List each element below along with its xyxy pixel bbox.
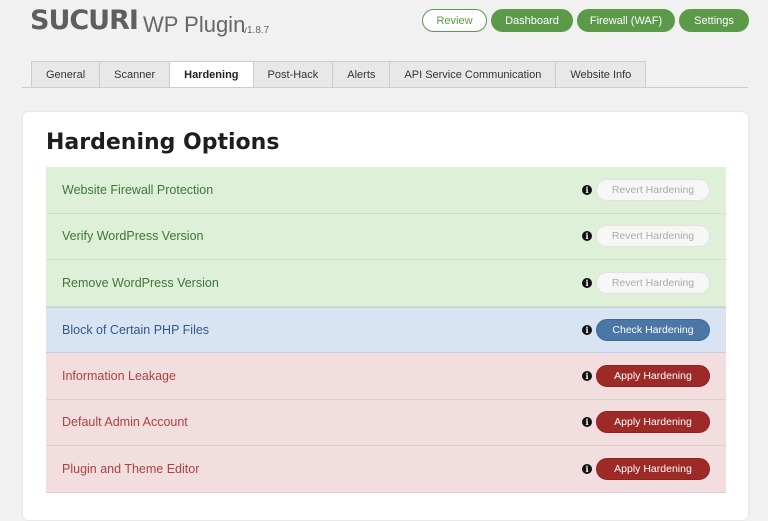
apply-hardening-button[interactable]: Apply Hardening xyxy=(596,364,710,387)
tab-general[interactable]: General xyxy=(31,61,101,88)
apply-hardening-button[interactable]: Apply Hardening xyxy=(596,457,710,480)
hardening-row-label: Information Leakage xyxy=(62,368,176,383)
sucuri-logo: SUCURI xyxy=(30,5,139,36)
dashboard-button[interactable]: Dashboard xyxy=(491,9,573,32)
hardening-row-label: Block of Certain PHP Files xyxy=(62,322,210,337)
review-button[interactable]: Review xyxy=(422,9,487,32)
hardening-row-default-admin-account: Default Admin Account i Apply Hardening xyxy=(46,399,726,446)
card-title: Hardening Options xyxy=(46,130,280,155)
hardening-row-remove-wordpress-version: Remove WordPress Version i Revert Harden… xyxy=(46,260,726,307)
hardening-options-list: Website Firewall Protection i Revert Har… xyxy=(46,167,726,493)
tab-hardening[interactable]: Hardening xyxy=(169,61,254,88)
tab-scanner[interactable]: Scanner xyxy=(99,61,171,88)
hardening-row-plugin-and-theme-editor: Plugin and Theme Editor i Apply Hardenin… xyxy=(46,446,726,493)
plugin-header: SUCURI WP Plugin v1.8.7 Review Dashboard… xyxy=(0,0,768,44)
info-icon[interactable]: i xyxy=(582,324,592,335)
tabs-divider xyxy=(22,87,748,88)
settings-button[interactable]: Settings xyxy=(679,9,749,32)
hardening-row-block-php-files: Block of Certain PHP Files i Check Harde… xyxy=(46,306,726,353)
hardening-row-label: Website Firewall Protection xyxy=(62,182,214,197)
revert-hardening-button[interactable]: Revert Hardening xyxy=(596,271,710,294)
apply-hardening-button[interactable]: Apply Hardening xyxy=(596,411,710,434)
tab-alerts[interactable]: Alerts xyxy=(332,61,391,88)
info-icon[interactable]: i xyxy=(582,231,592,242)
info-icon[interactable]: i xyxy=(582,417,592,428)
check-hardening-button[interactable]: Check Hardening xyxy=(596,318,710,341)
info-icon[interactable]: i xyxy=(582,370,592,381)
revert-hardening-button[interactable]: Revert Hardening xyxy=(596,225,710,248)
version-label: v1.8.7 xyxy=(242,25,270,36)
info-icon[interactable]: i xyxy=(582,184,592,195)
revert-hardening-button[interactable]: Revert Hardening xyxy=(596,178,710,201)
hardening-row-label: Plugin and Theme Editor xyxy=(62,461,200,476)
tab-website-info[interactable]: Website Info xyxy=(555,61,647,88)
tab-post-hack[interactable]: Post-Hack xyxy=(252,61,334,88)
hardening-row-website-firewall-protection: Website Firewall Protection i Revert Har… xyxy=(46,167,726,214)
tab-api-service-communication[interactable]: API Service Communication xyxy=(389,61,557,88)
firewall-waf-button[interactable]: Firewall (WAF) xyxy=(577,9,675,32)
hardening-row-label: Verify WordPress Version xyxy=(62,229,204,244)
hardening-row-label: Default Admin Account xyxy=(62,415,188,430)
hardening-row-information-leakage: Information Leakage i Apply Hardening xyxy=(46,353,726,400)
hardening-row-verify-wordpress-version: Verify WordPress Version i Revert Harden… xyxy=(46,213,726,260)
product-name: WP Plugin xyxy=(143,12,246,37)
hardening-row-label: Remove WordPress Version xyxy=(62,275,219,290)
info-icon[interactable]: i xyxy=(582,463,592,474)
info-icon[interactable]: i xyxy=(582,277,592,288)
nav-tabs: General Scanner Hardening Post-Hack Aler… xyxy=(31,61,647,88)
hardening-options-card: Hardening Options Website Firewall Prote… xyxy=(23,112,748,520)
